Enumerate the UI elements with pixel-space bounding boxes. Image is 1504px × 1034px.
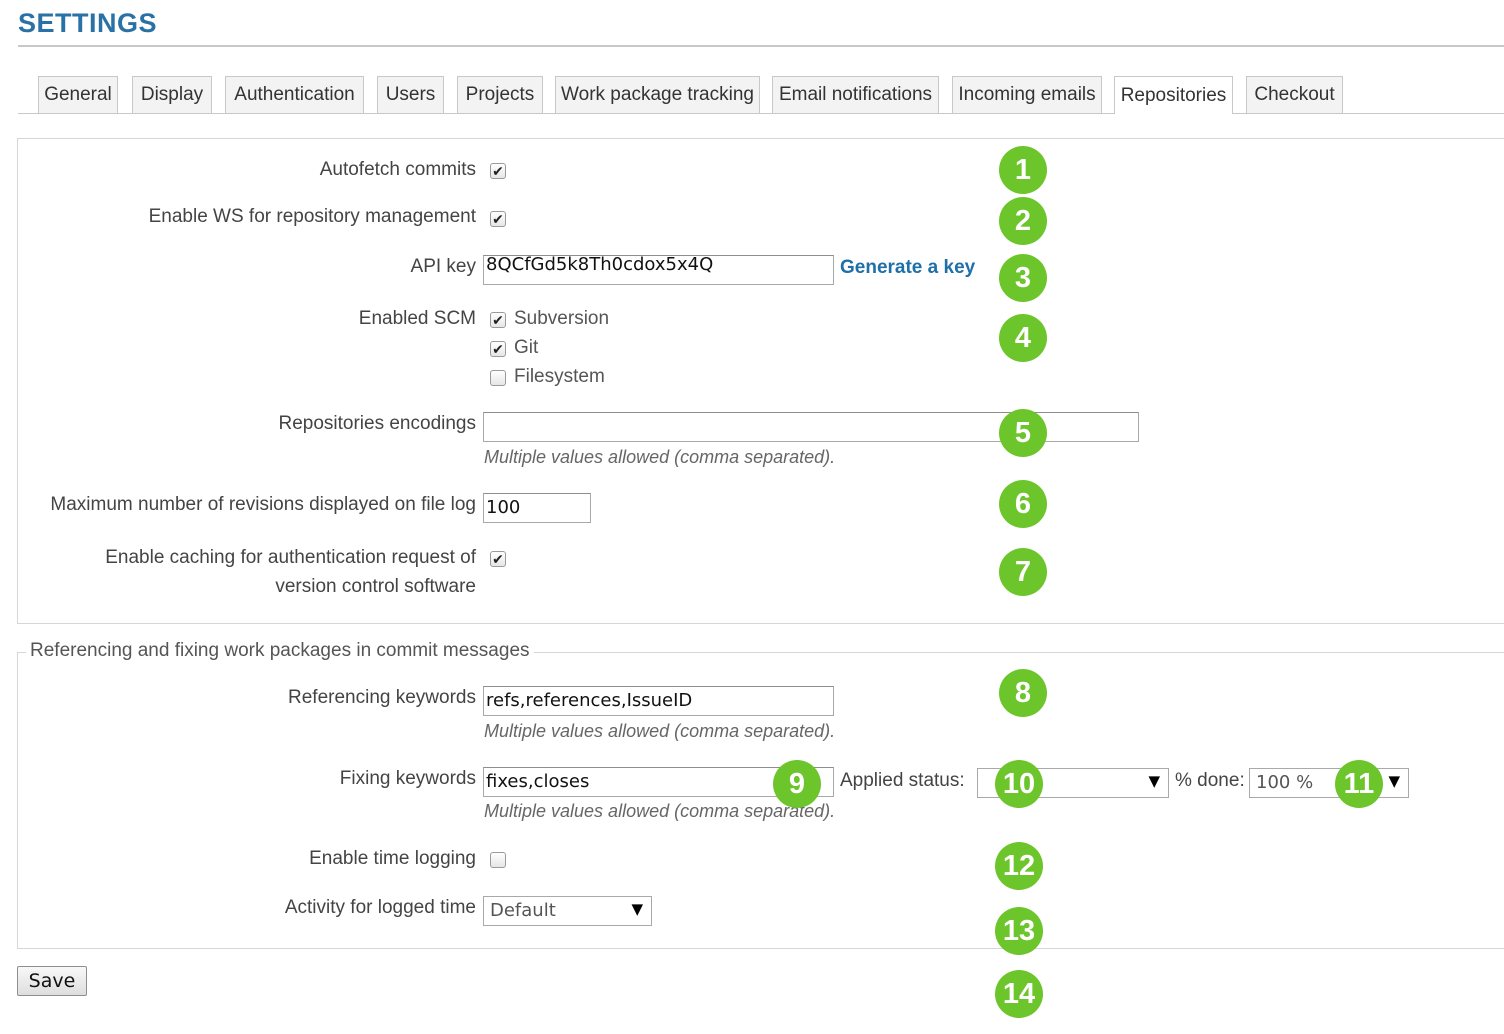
autofetch-label: Autofetch commits (319, 159, 476, 180)
scm-filesystem-label: Filesystem (514, 366, 605, 387)
enabled-scm-label: Enabled SCM (358, 308, 476, 329)
tab-users[interactable]: Users (377, 76, 444, 113)
checkmark-icon: ✔ (492, 551, 504, 567)
tab-email-notifications[interactable]: Email notifications (772, 76, 939, 113)
marker-10: 10 (995, 760, 1043, 808)
marker-3: 3 (999, 254, 1047, 302)
scm-filesystem-checkbox[interactable] (490, 370, 506, 386)
api-key-input[interactable]: 8QCfGd5k8Th0cdox5x4Q (483, 255, 834, 285)
tab-general[interactable]: General (38, 76, 118, 113)
marker-6: 6 (999, 480, 1047, 528)
tab-incoming-emails[interactable]: Incoming emails (952, 76, 1102, 113)
caching-label-line2: version control software (275, 576, 476, 597)
scm-subversion-label: Subversion (514, 308, 610, 329)
encodings-label: Repositories encodings (278, 413, 476, 434)
checkmark-icon: ✔ (492, 211, 504, 227)
referencing-keywords-hint: Multiple values allowed (comma separated… (484, 721, 836, 741)
time-logging-label: Enable time logging (309, 848, 476, 869)
marker-7: 7 (999, 548, 1047, 596)
marker-4: 4 (999, 314, 1047, 362)
scm-git-checkbox[interactable]: ✔ (490, 341, 506, 357)
page-title: SETTINGS (18, 8, 158, 38)
marker-12: 12 (995, 842, 1043, 890)
checkmark-icon: ✔ (492, 163, 504, 179)
caching-label: Enable caching for authentication reques… (105, 543, 476, 601)
caching-checkbox[interactable]: ✔ (490, 551, 506, 567)
activity-select[interactable]: Default ▼ (483, 896, 652, 926)
fixing-keywords-label: Fixing keywords (339, 768, 476, 789)
activity-value: Default (490, 900, 556, 921)
autofetch-checkbox[interactable]: ✔ (490, 163, 506, 179)
marker-1: 1 (999, 146, 1047, 194)
ws-checkbox[interactable]: ✔ (490, 211, 506, 227)
caching-label-line1: Enable caching for authentication reques… (105, 547, 476, 568)
referencing-keywords-label: Referencing keywords (288, 687, 476, 708)
save-button[interactable]: Save (17, 966, 87, 996)
fixing-keywords-hint: Multiple values allowed (comma separated… (484, 801, 836, 821)
time-logging-checkbox[interactable] (490, 852, 506, 868)
scm-git-label: Git (514, 337, 539, 358)
marker-5: 5 (999, 409, 1047, 457)
checkmark-icon: ✔ (492, 341, 504, 357)
tab-repositories[interactable]: Repositories (1114, 76, 1233, 114)
api-key-label: API key (410, 256, 476, 277)
title-divider (18, 45, 1504, 47)
max-revisions-input[interactable]: 100 (483, 493, 591, 523)
marker-8: 8 (999, 669, 1047, 717)
activity-label: Activity for logged time (284, 897, 476, 918)
generate-key-link[interactable]: Generate a key (840, 257, 975, 279)
marker-14: 14 (995, 970, 1043, 1018)
percent-done-select[interactable]: 100 % ▼ (1249, 768, 1409, 798)
percent-done-value: 100 % (1256, 772, 1314, 793)
commit-messages-legend: Referencing and fixing work packages in … (26, 640, 534, 662)
tab-work-package-tracking[interactable]: Work package tracking (555, 76, 760, 113)
triangle-down-icon: ▼ (631, 900, 643, 918)
percent-done-label: % done: (1175, 770, 1245, 791)
marker-9: 9 (773, 760, 821, 808)
ws-label: Enable WS for repository management (148, 206, 476, 227)
marker-13: 13 (995, 907, 1043, 955)
tab-authentication[interactable]: Authentication (225, 76, 364, 113)
marker-2: 2 (999, 197, 1047, 245)
triangle-down-icon: ▼ (1388, 772, 1400, 790)
marker-11: 11 (1335, 760, 1383, 808)
applied-status-label: Applied status: (840, 770, 965, 791)
triangle-down-icon: ▼ (1148, 772, 1160, 790)
tab-display[interactable]: Display (132, 76, 212, 113)
encodings-hint: Multiple values allowed (comma separated… (484, 447, 836, 467)
tab-checkout[interactable]: Checkout (1246, 76, 1343, 113)
checkmark-icon: ✔ (492, 312, 504, 328)
referencing-keywords-input[interactable]: refs,references,IssueID (483, 686, 834, 716)
scm-subversion-checkbox[interactable]: ✔ (490, 312, 506, 328)
tabs-divider (18, 113, 1504, 114)
tab-projects[interactable]: Projects (457, 76, 543, 113)
max-revisions-label: Maximum number of revisions displayed on… (50, 494, 476, 515)
